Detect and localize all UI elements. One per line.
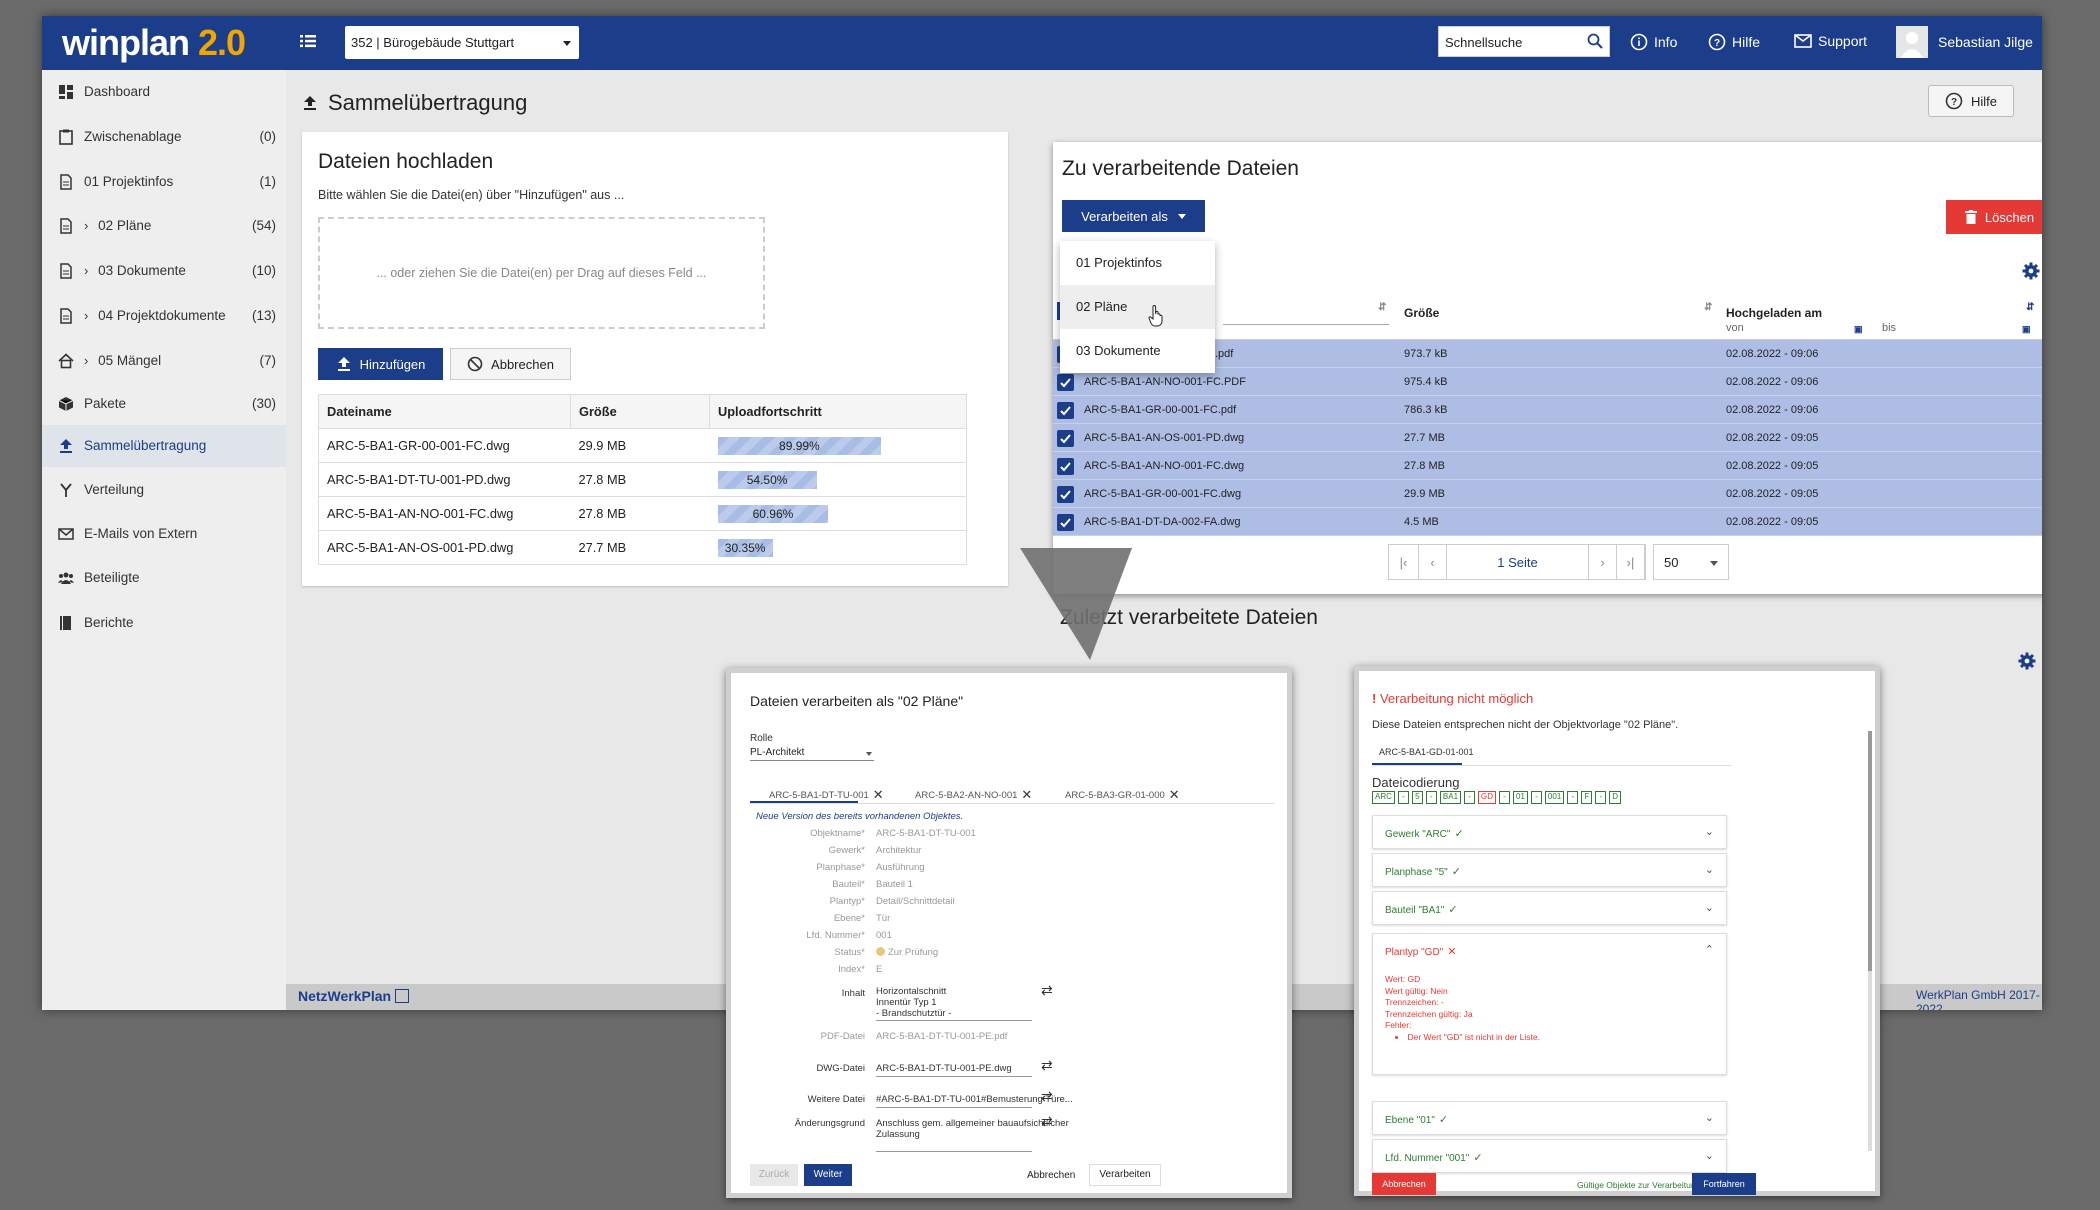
check-icon: ✓ <box>1454 828 1464 840</box>
reason-label: Änderungsgrund <box>794 1118 865 1129</box>
coding-chip: - <box>1397 791 1409 804</box>
process-as-menu: 01 Projektinfos 02 Pläne 03 Dokumente <box>1060 241 1215 373</box>
coding-chip: F <box>1581 791 1593 804</box>
chevron-down-icon <box>866 752 872 759</box>
menu-item-dokumente[interactable]: 03 Dokumente <box>1060 329 1215 373</box>
validation-panel[interactable]: Gewerk "ARC" ✓ ⌄ <box>1372 815 1727 849</box>
coding-chip: - <box>1464 791 1476 804</box>
field-label: Status* <box>834 947 865 958</box>
dialog-title: Dateien verarbeiten als "02 Pläne" <box>750 693 964 709</box>
check-icon: ✓ <box>1451 866 1461 878</box>
process-dialog: Dateien verarbeiten als "02 Pläne" Rolle… <box>726 668 1292 1198</box>
close-icon[interactable]: ✕ <box>873 787 884 803</box>
abort-button[interactable]: Abbrechen <box>1027 1170 1075 1181</box>
hand-cursor-icon <box>1148 305 1163 327</box>
field-value: Detail/Schnittdetail <box>876 896 955 907</box>
coding-chip: 5 <box>1411 791 1423 804</box>
check-icon: ✓ <box>1473 1152 1483 1164</box>
dwg-select[interactable]: ARC-5-BA1-DT-TU-001-PE.dwg <box>876 1063 1012 1074</box>
chevron-down-icon[interactable]: ⌄ <box>1705 1111 1714 1124</box>
field-value: Ausführung <box>876 862 925 873</box>
menu-item-projektinfos[interactable]: 01 Projektinfos <box>1060 241 1215 285</box>
reason-field[interactable]: Anschluss gem. allgemeiner bauaufsichtli… <box>876 1118 1069 1140</box>
coding-label: Dateicodierung <box>1372 775 1460 790</box>
abort-button[interactable]: Abbrechen <box>1372 1173 1436 1195</box>
chevron-down-icon[interactable]: ⌄ <box>1705 863 1714 876</box>
field-label: Index* <box>838 964 865 975</box>
error-details: Wert: GD Wert gültig: Nein Trennzeichen: -… <box>1385 974 1540 1043</box>
coding-chip: GD <box>1478 791 1497 804</box>
field-value: Tür <box>876 913 891 924</box>
field-label: Ebene* <box>833 913 865 924</box>
field-value: Architektur <box>876 845 922 856</box>
valid-count: Gültige Objekte zur Verarbeitung: 3 <box>1577 1180 1710 1190</box>
menu-item-plaene[interactable]: 02 Pläne <box>1060 285 1215 329</box>
dwg-label: DWG-Datei <box>816 1063 865 1074</box>
coding-chip: - <box>1530 791 1542 804</box>
chevron-down-icon[interactable]: ⌄ <box>1705 1149 1714 1162</box>
inhalt-label: Inhalt <box>841 988 865 999</box>
field-value: Bauteil 1 <box>876 879 913 890</box>
inhalt-field[interactable]: Horizontalschnitt Innentür Typ 1- Brandsc… <box>876 986 952 1019</box>
field-label: Lfd. Nummer* <box>806 930 865 941</box>
chevron-down-icon[interactable]: ⌄ <box>1705 825 1714 838</box>
validation-panel[interactable]: Bauteil "BA1" ✓ ⌄ <box>1372 891 1727 925</box>
exclamation-icon: ! <box>1372 691 1377 706</box>
check-icon: ✓ <box>1448 904 1458 916</box>
process-button[interactable]: Verarbeiten <box>1089 1164 1161 1186</box>
close-icon[interactable]: ✕ <box>1169 787 1180 803</box>
error-subtitle: Diese Dateien entsprechen nicht der Obje… <box>1372 719 1679 731</box>
validation-panel[interactable]: Ebene "01" ✓ ⌄ <box>1372 1101 1727 1135</box>
coding-chip: D <box>1609 791 1622 804</box>
swap-icon[interactable]: ⇄ <box>1041 1057 1053 1074</box>
file-tab[interactable]: ARC-5-BA2-AN-NO-001 ✕ <box>915 787 1032 803</box>
swap-icon[interactable]: ⇄ <box>1041 982 1053 999</box>
field-value: Zur Prüfung <box>876 947 938 958</box>
pdf-field: ARC-5-BA1-DT-TU-001-PE.pdf <box>876 1031 1008 1042</box>
coding-chip: 01 <box>1513 791 1528 804</box>
file-tab[interactable]: ARC-5-BA3-GR-01-000 ✕ <box>1065 787 1180 803</box>
clock-icon <box>876 947 885 956</box>
field-label: Planphase* <box>816 862 865 873</box>
validation-panel[interactable]: Planphase "5" ✓ ⌄ <box>1372 853 1727 887</box>
check-icon: ✓ <box>1438 1114 1449 1126</box>
coding-chip: ARC <box>1372 791 1395 804</box>
dialog-scrollbar[interactable] <box>1868 731 1872 1151</box>
coding-chip: 001 <box>1544 791 1565 804</box>
swap-icon[interactable]: ⇄ <box>1041 1088 1053 1105</box>
validation-panel[interactable]: Lfd. Nummer "001" ✓ ⌄ <box>1372 1139 1727 1173</box>
back-button[interactable]: Zurück <box>750 1164 798 1186</box>
field-label: Bauteil* <box>832 879 865 890</box>
coding-chips: ARC -5- BA1- GD -01-001- F - D <box>1372 791 1622 804</box>
field-label: Plantyp* <box>829 896 865 907</box>
chevron-down-icon[interactable]: ⌄ <box>1705 901 1714 914</box>
role-label: Rolle <box>750 733 773 744</box>
file-tab[interactable]: ARC-5-BA1-GD-01-001 <box>1379 747 1474 757</box>
next-button[interactable]: Weiter <box>804 1164 852 1186</box>
chevron-up-icon[interactable]: ⌃ <box>1705 943 1714 956</box>
coding-chip: BA1 <box>1439 791 1462 804</box>
coding-chip: - <box>1499 791 1511 804</box>
continue-button[interactable]: Fortfahren <box>1692 1173 1756 1195</box>
field-value: ARC-5-BA1-DT-TU-001 <box>876 828 976 839</box>
error-dialog: ! Verarbeitung nicht möglich Diese Datei… <box>1354 666 1880 1196</box>
more-file-label: Weitere Datei <box>807 1094 865 1105</box>
coding-chip: - <box>1595 791 1607 804</box>
close-icon: ✕ <box>1447 946 1457 958</box>
field-label: Gewerk* <box>828 845 865 856</box>
role-select[interactable]: PL-Architekt <box>750 747 874 761</box>
error-title: ! Verarbeitung nicht möglich <box>1372 691 1534 706</box>
field-value: E <box>876 964 883 975</box>
field-label: Objektname* <box>810 828 865 839</box>
pdf-label: PDF-Datei <box>820 1031 865 1042</box>
swap-icon[interactable]: ⇄ <box>1041 1113 1053 1130</box>
coding-chip: - <box>1567 791 1579 804</box>
new-version-note: Neue Version des bereits vorhandenen Obj… <box>756 811 964 822</box>
validation-panel[interactable]: Plantyp "GD" ✕ ⌃ Wert: GD Wert gültig: Nein T… <box>1372 933 1727 1075</box>
field-value: 001 <box>876 930 892 941</box>
close-icon[interactable]: ✕ <box>1021 787 1032 803</box>
coding-chip: - <box>1425 791 1437 804</box>
